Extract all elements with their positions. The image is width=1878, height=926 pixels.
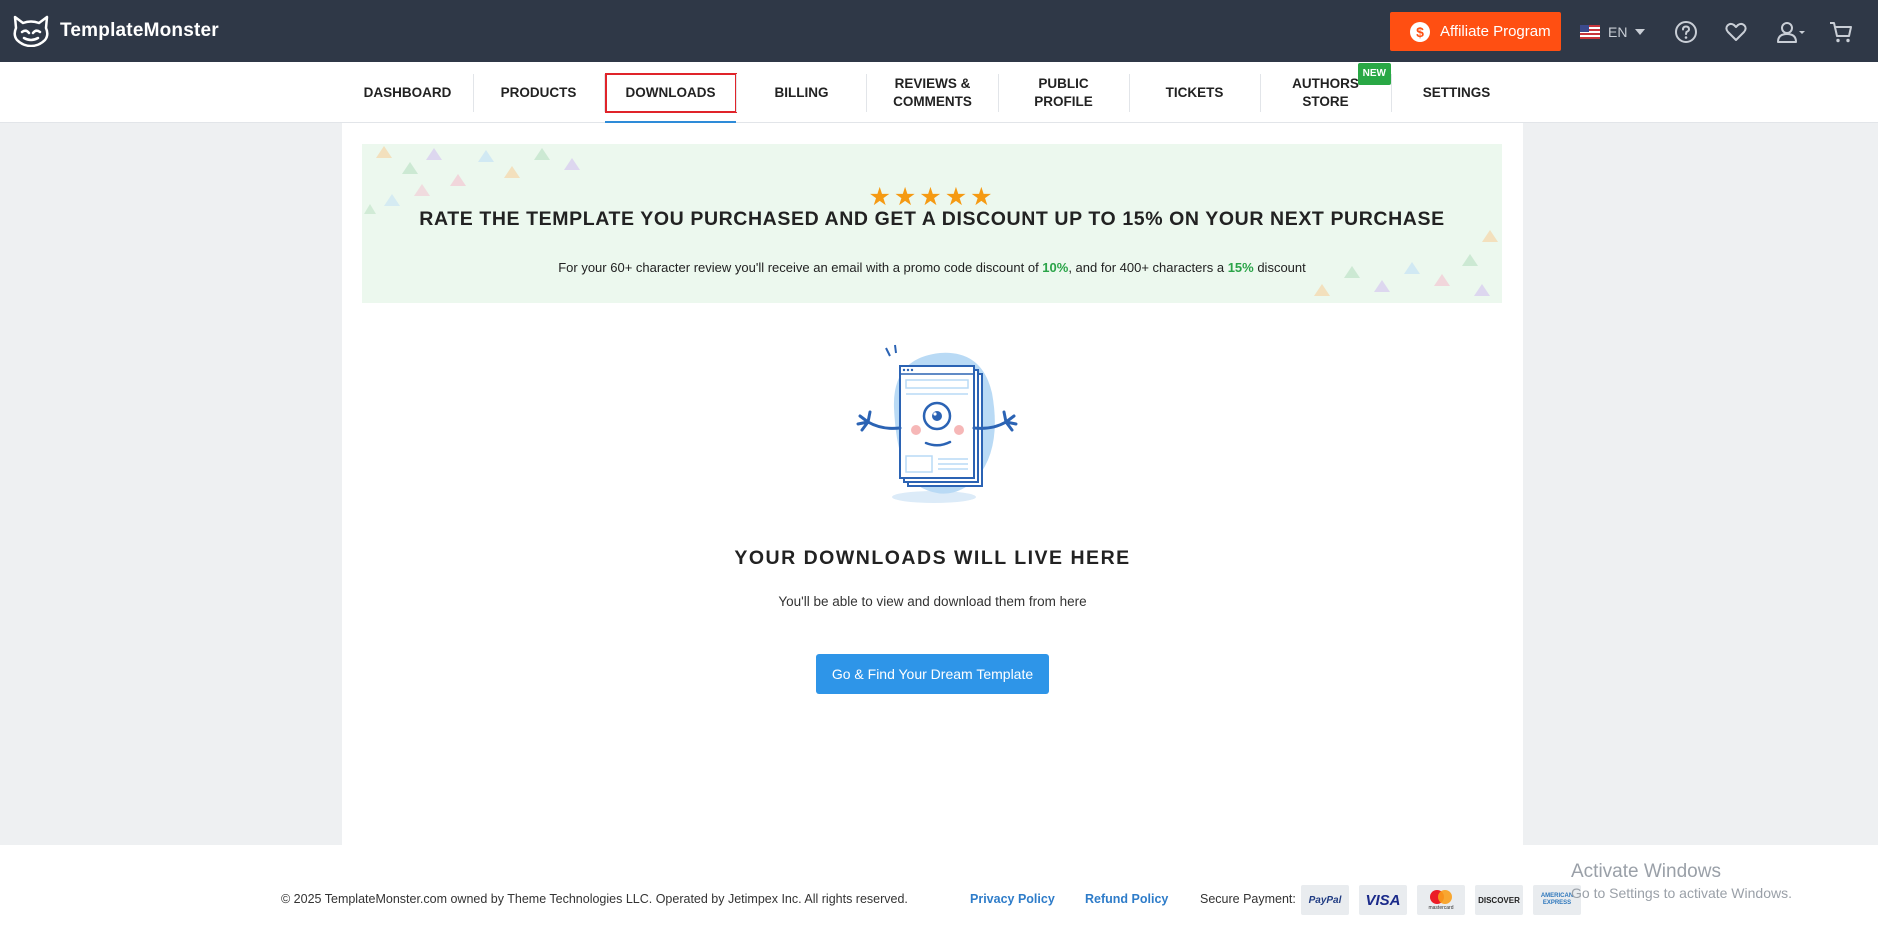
tab-label: REVIEWS & COMMENTS [893, 75, 972, 109]
brand-name: TemplateMonster [60, 20, 219, 41]
language-selector[interactable]: EN [1580, 20, 1646, 44]
tab-label: PRODUCTS [500, 84, 577, 100]
tab-products[interactable]: PRODUCTS [473, 62, 604, 123]
find-template-button[interactable]: Go & Find Your Dream Template [816, 654, 1049, 694]
tab-tickets[interactable]: TICKETS [1129, 62, 1260, 123]
discount-15-percent: 15% [1227, 260, 1254, 275]
promo-desc-text: For your 60+ character review you'll rec… [558, 260, 1043, 275]
top-bar: TemplateMonster $ Affiliate Program EN [0, 0, 1878, 62]
review-discount-banner: ★★★★★ RATE THE TEMPLATE YOU PURCHASED AN… [362, 144, 1502, 303]
promo-description: For your 60+ character review you'll rec… [362, 260, 1502, 275]
tab-label: DOWNLOADS [604, 72, 737, 113]
empty-state-subtitle: You'll be able to view and download them… [778, 594, 1087, 609]
tab-public-profile[interactable]: PUBLIC PROFILE [998, 62, 1129, 123]
promo-desc-text: , and for 400+ characters a [1068, 260, 1228, 275]
tab-label: DASHBOARD [363, 84, 452, 100]
affiliate-program-button[interactable]: $ Affiliate Program [1390, 12, 1561, 51]
tab-label: TICKETS [1165, 84, 1224, 100]
watermark-subtitle: Go to Settings to activate Windows. [1571, 885, 1792, 901]
promo-title: RATE THE TEMPLATE YOU PURCHASED AND GET … [419, 208, 1445, 230]
secure-payment-label: Secure Payment: [1200, 892, 1296, 906]
us-flag-icon [1580, 25, 1600, 39]
discover-label: DISCOVER [1478, 895, 1520, 905]
tab-authors-store[interactable]: AUTHORS STORE NEW [1260, 62, 1391, 123]
brand-logo[interactable]: TemplateMonster [12, 15, 219, 47]
copyright-text: © 2025 TemplateMonster.com owned by Them… [281, 892, 908, 906]
mastercard-logo: mastercard [1417, 885, 1465, 915]
mastercard-circles [1430, 890, 1452, 904]
promo-desc-text: discount [1253, 260, 1306, 275]
paypal-logo: PayPal [1301, 885, 1349, 915]
dollar-icon: $ [1410, 21, 1430, 42]
tab-billing[interactable]: BILLING [736, 62, 867, 123]
chevron-down-icon [1635, 29, 1646, 35]
new-badge: NEW [1357, 63, 1391, 85]
tab-label: BILLING [774, 84, 829, 100]
refund-policy-link[interactable]: Refund Policy [1085, 892, 1168, 906]
empty-downloads-illustration [856, 344, 1018, 503]
tab-label: PUBLIC PROFILE [1034, 75, 1093, 109]
user-icon[interactable] [1775, 19, 1807, 45]
empty-state-title: YOUR DOWNLOADS WILL LIVE HERE [734, 547, 1131, 569]
amex-label: AMERICAN EXPRESS [1540, 893, 1574, 906]
monster-logo-icon [13, 15, 49, 47]
tab-downloads[interactable]: DOWNLOADS [604, 62, 737, 124]
windows-activation-watermark: Activate Windows Go to Settings to activ… [1571, 861, 1792, 901]
visa-label: VISA [1365, 891, 1401, 909]
heart-icon[interactable] [1723, 19, 1749, 45]
paypal-label: PayPal [1308, 894, 1342, 906]
affiliate-program-label: Affiliate Program [1440, 23, 1551, 40]
mastercard-label: mastercard [1428, 905, 1454, 911]
tab-settings[interactable]: SETTINGS [1391, 62, 1522, 123]
help-icon[interactable] [1673, 19, 1699, 45]
discover-logo: DISCOVER [1475, 885, 1523, 915]
watermark-title: Activate Windows [1571, 861, 1721, 882]
cart-icon[interactable] [1828, 19, 1854, 45]
language-code: EN [1608, 24, 1628, 40]
main-content: ★★★★★ RATE THE TEMPLATE YOU PURCHASED AN… [342, 123, 1523, 845]
visa-logo: VISA [1359, 885, 1407, 915]
discount-10-percent: 10% [1042, 260, 1069, 275]
tab-label: SETTINGS [1422, 84, 1491, 100]
tab-reviews-comments[interactable]: REVIEWS & COMMENTS [867, 62, 998, 123]
tab-label: AUTHORS STORE [1292, 75, 1359, 109]
account-nav-tabs: DASHBOARD PRODUCTS DOWNLOADS BILLING REV… [0, 62, 1878, 124]
privacy-policy-link[interactable]: Privacy Policy [970, 892, 1055, 906]
tab-dashboard[interactable]: DASHBOARD [342, 62, 473, 123]
